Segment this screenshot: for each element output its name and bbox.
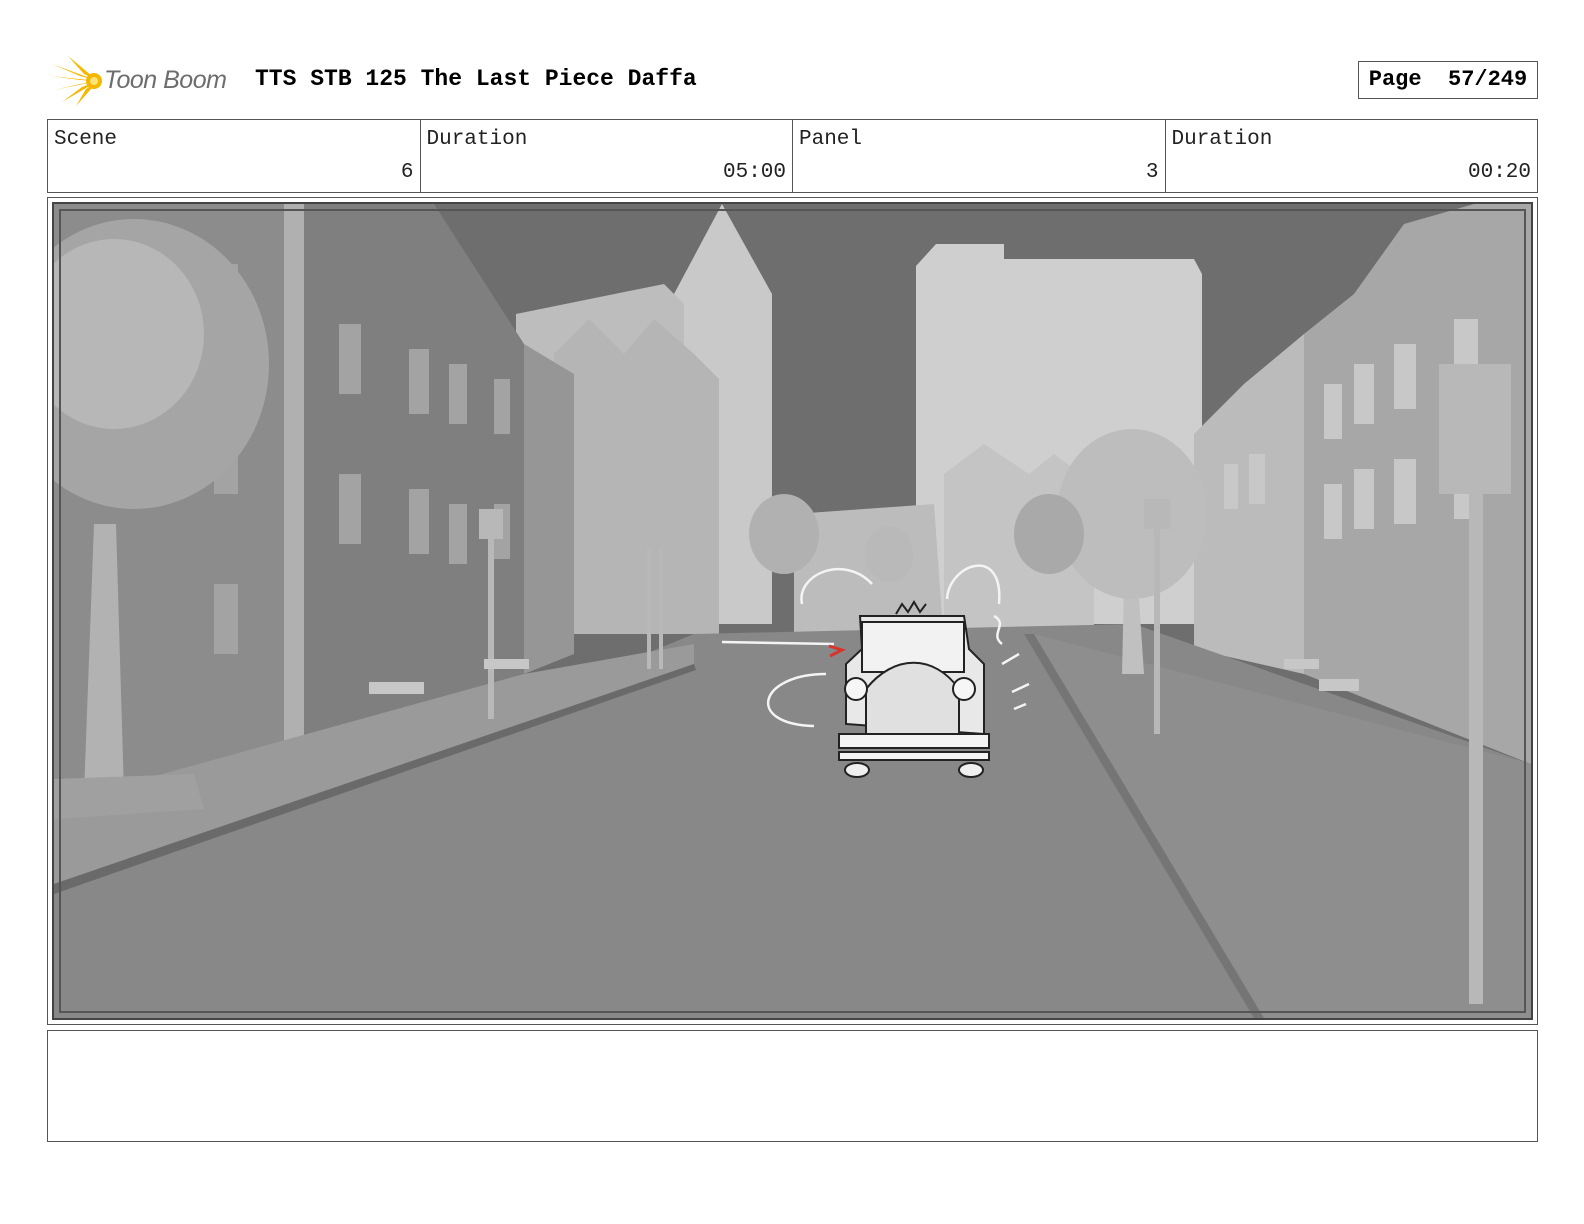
scene-duration-label: Duration [426, 128, 528, 151]
distant-tree-2 [865, 526, 913, 582]
starburst-icon [50, 56, 102, 106]
right-tree-canopy [1057, 429, 1207, 599]
scene-label: Scene [54, 128, 118, 151]
panel-label: Panel [799, 128, 863, 151]
scene-duration-value: 05:00 [722, 161, 786, 184]
scene-value: 6 [400, 161, 414, 184]
panel-duration-value: 00:20 [1467, 161, 1531, 184]
page-indicator: Page 57/249 [1358, 61, 1538, 99]
left-building-pillar [284, 204, 304, 749]
scene-cell: Scene 6 [48, 120, 421, 192]
panel-duration-cell: Duration 00:20 [1166, 120, 1538, 192]
panel-duration-label: Duration [1171, 128, 1273, 151]
street-scene-illustration [54, 204, 1531, 1018]
distant-tree-1 [749, 494, 819, 574]
logo-text: Toon Boom [104, 66, 227, 94]
document-title: TTS STB 125 The Last Piece Daffa [255, 66, 697, 92]
page-header: Toon Boom TTS STB 125 The Last Piece Daf… [50, 52, 1538, 108]
panel-value: 3 [1145, 161, 1159, 184]
storyboard-panel-frame [47, 197, 1538, 1025]
storyboard-panel-image [52, 202, 1533, 1020]
toon-boom-logo: Toon Boom [50, 54, 240, 106]
distant-tree-3 [1014, 494, 1084, 574]
page-number: 57/249 [1448, 67, 1528, 92]
panel-notes-box [47, 1030, 1538, 1142]
gabled-building [554, 319, 719, 634]
page-label: Page [1368, 67, 1422, 92]
left-building-corner [524, 344, 574, 674]
scene-duration-cell: Duration 05:00 [421, 120, 793, 192]
scene-info-row: Scene 6 Duration 05:00 Panel 3 Duration … [47, 119, 1538, 193]
panel-cell: Panel 3 [793, 120, 1166, 192]
